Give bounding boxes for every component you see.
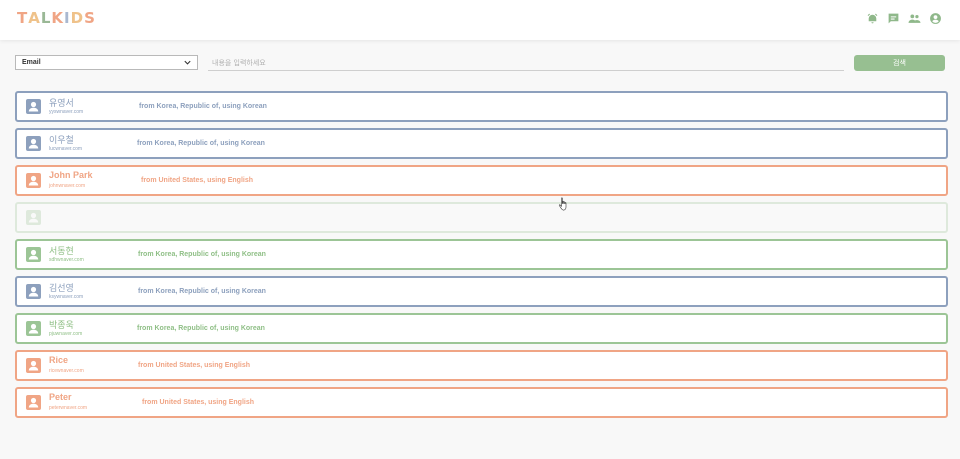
user-email: ricewnaver.com [49,368,84,374]
logo-letter: K [51,9,65,27]
user-card[interactable]: 유영서 yyswnaver.com from Korea, Republic of,… [15,91,948,122]
account-icon[interactable] [929,12,942,25]
logo-letter: L [40,9,52,27]
user-location-language: from Korea, Republic of, using Korean [139,103,267,110]
user-email: lucwnaver.com [49,146,83,152]
top-header: TALKIDS [0,0,960,40]
user-email: peterwnaver.com [49,405,88,411]
talkids-logo[interactable]: TALKIDS [17,9,96,27]
user-email: johnwnaver.com [49,183,86,189]
user-name: Peter [49,392,72,402]
user-avatar-icon [26,136,41,151]
user-avatar-icon [26,99,41,114]
alarm-icon[interactable] [866,12,879,25]
user-avatar-icon [26,358,41,373]
user-card[interactable]: Peter peterwnaver.com from United States, … [15,387,948,418]
logo-letter: D [70,9,85,27]
user-email: yyswnaver.com [49,109,84,115]
user-location-language: from United States, using English [138,362,251,369]
user-location-language: from United States, using English [142,399,255,406]
user-name: John Park [49,170,93,180]
user-card[interactable]: John Park johnwnaver.com from United State… [15,165,948,196]
user-name: 박종욱 [49,321,74,331]
user-card[interactable]: Rice ricewnaver.com from United States, us… [15,350,948,381]
user-email: pjuwnaver.com [49,331,83,337]
user-avatar-icon [26,210,41,225]
user-email: ksywnaver.com [49,294,84,300]
hand-cursor-icon [558,197,567,211]
logo-letter: T [17,9,29,27]
user-card[interactable]: 박종욱 pjuwnaver.com from Korea, Republic of,… [15,313,948,344]
user-list: 유영서 yyswnaver.com from Korea, Republic of,… [15,91,948,424]
user-card[interactable] [15,202,948,233]
search-button[interactable]: 검색 [854,55,945,71]
user-name: Rice [49,355,69,365]
user-email: sdhwnaver.com [49,257,84,263]
user-name: 유영서 [49,99,74,109]
logo-letter: A [28,9,41,27]
user-name: 이우철 [49,136,74,146]
user-location-language: from Korea, Republic of, using Korean [138,251,266,258]
search-input[interactable] [208,55,844,71]
user-location-language: from Korea, Republic of, using Korean [138,288,266,295]
user-avatar-icon [26,321,41,336]
search-field-select[interactable]: Email [15,55,198,70]
user-avatar-icon [26,395,41,410]
user-card[interactable]: 김선영 ksywnaver.com from Korea, Republic of,… [15,276,948,307]
user-avatar-icon [26,173,41,188]
user-location-language: from United States, using English [141,177,254,184]
chevron-down-icon [184,60,191,65]
search-field-value: Email [22,59,41,66]
logo-letter: I [64,9,71,27]
user-location-language: from Korea, Republic of, using Korean [137,325,265,332]
user-card[interactable]: 서동현 sdhwnaver.com from Korea, Republic of,… [15,239,948,270]
chat-icon[interactable] [887,12,900,25]
logo-letter: S [84,9,96,27]
header-icons [866,12,942,25]
user-name: 서동현 [49,247,74,257]
user-location-language: from Korea, Republic of, using Korean [137,140,265,147]
search-bar: Email 검색 [15,55,945,71]
user-name: 김선영 [49,284,74,294]
user-avatar-icon [26,247,41,262]
user-card[interactable]: 이우철 lucwnaver.com from Korea, Republic of,… [15,128,948,159]
user-avatar-icon [26,284,41,299]
people-icon[interactable] [908,12,921,25]
